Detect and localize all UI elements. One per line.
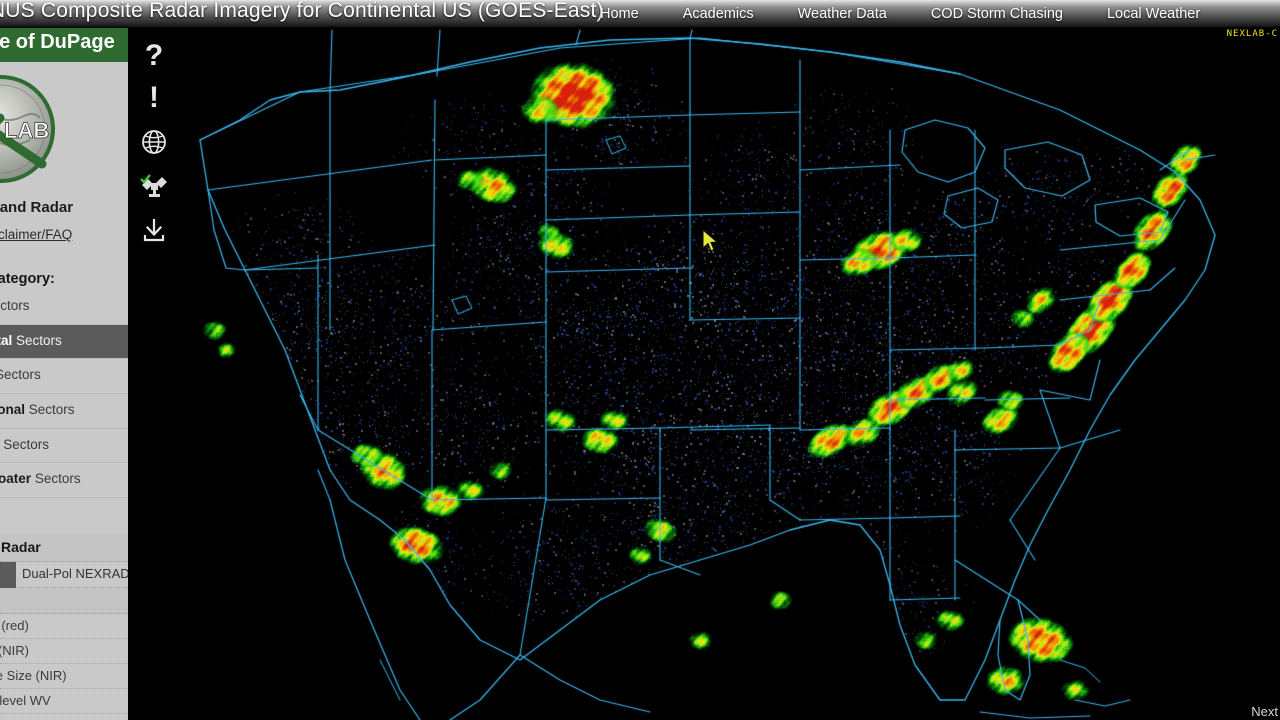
band-item-10[interactable]: 10: Lower-level WV [0, 714, 128, 720]
nexlab-watermark: NEXLAB-C [1226, 29, 1278, 39]
radar-map-viewport[interactable]: NEXLAB-C Next [128, 0, 1280, 720]
product-item-dual-pol-nexrad[interactable]: Dual-Pol NEXRAD [0, 562, 128, 588]
nexlab-logo[interactable]: LAB [0, 66, 64, 192]
band-label: 02: Visible (red) [0, 618, 29, 633]
cod-banner-text: College of DuPage [0, 31, 115, 53]
nav-item-home[interactable]: Home [560, 0, 661, 28]
band-label: 08: Upper-level WV [0, 693, 51, 708]
alert-icon[interactable]: ! [128, 76, 180, 120]
sidebar-item-national-sectors[interactable]: National Sectors [0, 359, 128, 395]
sector-label: Mesoregional Sectors [0, 402, 75, 418]
map-tool-rail: ? ! [128, 28, 180, 258]
bands-heading: Bands [0, 588, 128, 614]
alert-icon-glyph: ! [149, 81, 159, 114]
download-icon[interactable] [128, 208, 180, 252]
globe-icon[interactable] [128, 120, 180, 164]
help-icon-glyph: ? [144, 39, 164, 72]
sidebar-item-localized-sectors[interactable]: Localized Sectors [0, 428, 128, 464]
sector-label: Continental Sectors [0, 332, 62, 348]
sidebar-links: DataDisclaimer/FAQ [0, 227, 84, 242]
band-label: 06: Particle Size (NIR) [0, 668, 67, 683]
cod-banner[interactable]: College of DuPage [0, 26, 128, 62]
mouse-cursor [702, 229, 719, 252]
svg-text:LAB: LAB [4, 118, 49, 143]
sidebar-item-continental-sectors[interactable]: Continental Sectors [0, 324, 128, 360]
sidebar-item-global-sectors[interactable]: Global Sectors [0, 290, 128, 325]
left-sidebar: College of DuPage LAB [0, 0, 128, 720]
top-bar: CONUS Composite Radar Imagery for Contin… [0, 0, 1280, 28]
sector-category-label: Sector Category: [0, 271, 55, 287]
sector-category-list: Global Sectors Continental Sectors Natio… [0, 290, 128, 499]
band-label: 04: Cirrus (NIR) [0, 643, 30, 658]
sector-label: Global Sectors [0, 298, 30, 313]
sidebar-item-severe-floater-sectors[interactable]: Severe Floater Sectors [0, 463, 128, 499]
sidebar-item-mesoregional-sectors[interactable]: Mesoregional Sectors [0, 394, 128, 429]
radar-image[interactable] [128, 0, 1280, 720]
nav-item-cod-storm-chasing[interactable]: COD Storm Chasing [909, 0, 1085, 28]
product-item-label: Dual-Pol NEXRAD [22, 566, 128, 581]
sidebar-link-disclaimer[interactable]: Disclaimer/FAQ [0, 227, 72, 242]
help-icon[interactable]: ? [128, 34, 180, 78]
next-frame-button[interactable]: Next [1251, 704, 1278, 719]
main-navigation: Home Academics Weather Data COD Storm Ch… [560, 0, 1280, 28]
app-root: NEXLAB-C Next ? ! e of DuPage LAB and Ra… [0, 0, 1280, 720]
sector-label: Severe Floater Sectors [0, 471, 81, 487]
product-group: NEXRAD Radar Dual-Pol NEXRAD Bands 02: V… [0, 534, 128, 720]
sidebar-heading: Satellite and Radar [0, 199, 74, 216]
nav-item-local-weather[interactable]: Local Weather [1085, 0, 1222, 28]
product-selected-indicator [0, 562, 16, 588]
product-group-heading: NEXRAD Radar [0, 534, 128, 562]
band-item-06[interactable]: 06: Particle Size (NIR) [0, 664, 128, 689]
band-item-08[interactable]: 08: Upper-level WV [0, 689, 128, 714]
nav-item-academics[interactable]: Academics [661, 0, 776, 28]
band-item-02[interactable]: 02: Visible (red) [0, 614, 128, 639]
product-group-heading-text: NEXRAD Radar [0, 539, 41, 555]
page-title: CONUS Composite Radar Imagery for Contin… [0, 0, 604, 22]
sector-label: Localized Sectors [0, 436, 50, 452]
nav-item-weather-data[interactable]: Weather Data [776, 0, 909, 28]
sector-label: National Sectors [0, 367, 41, 383]
band-item-04[interactable]: 04: Cirrus (NIR) [0, 639, 128, 664]
satellite-icon[interactable] [128, 164, 180, 208]
